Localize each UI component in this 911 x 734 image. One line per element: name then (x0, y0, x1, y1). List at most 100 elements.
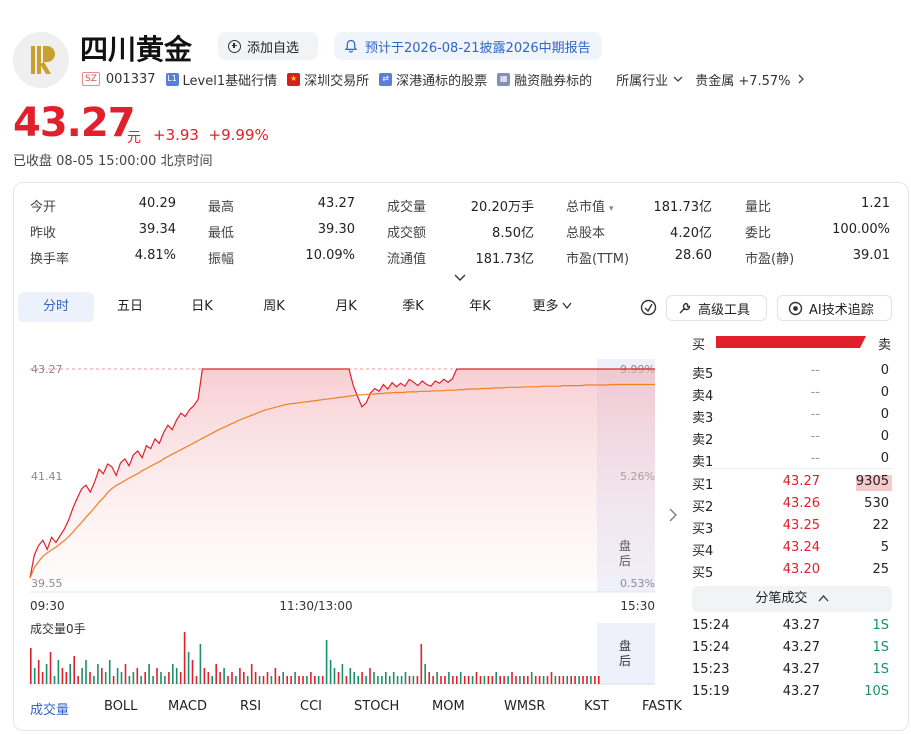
indicator-tab[interactable]: MACD (168, 699, 240, 718)
volume-bar (108, 660, 111, 684)
volume-bar (404, 672, 407, 684)
bid-volume: 5 (880, 540, 889, 555)
volume-bar (392, 672, 395, 684)
ask-volume: 0 (880, 451, 889, 466)
volume-bar (57, 660, 60, 684)
volume-bar (49, 652, 52, 684)
tick-volume: 1S (872, 618, 889, 633)
volume-bar (195, 676, 198, 684)
volume-bar (385, 672, 387, 684)
volume-bar (104, 672, 107, 684)
volume-bar (211, 676, 213, 684)
volume-bar (475, 672, 478, 684)
intraday-chart[interactable]: 盘后盘后43.279.99%41.415.26%39.550.53%09:301… (0, 0, 911, 734)
collapse-arrow-icon[interactable] (668, 508, 678, 522)
volume-bar (89, 672, 91, 684)
volume-bar (424, 664, 426, 684)
indicator-tab[interactable]: CCI (300, 699, 354, 718)
volume-bar (112, 676, 115, 684)
bid-price: 43.24 (782, 540, 820, 555)
volume-bar (456, 676, 458, 684)
volume-bar (199, 644, 202, 684)
indicator-tabs: 成交量 BOLL MACD RSI CCI STOCH MOM WMSR KST FASTK (30, 699, 702, 718)
bid-volume: 9305 (855, 474, 889, 489)
ask-price: -- (810, 363, 820, 378)
volume-bar (325, 640, 328, 684)
volume-bar (152, 676, 154, 684)
tick-time: 15:24 (692, 618, 730, 633)
bid-level-label: 买4 (692, 544, 714, 559)
volume-bar (306, 676, 308, 684)
volume-bar (416, 676, 419, 684)
volume-bar (235, 676, 237, 684)
volume-bar (546, 676, 549, 684)
volume-bar (436, 672, 438, 684)
bid-ask-ratio-bar (716, 336, 866, 348)
indicator-tab[interactable]: STOCH (354, 699, 432, 718)
volume-bar (187, 652, 190, 684)
tick-volume: 1S (872, 640, 889, 655)
volume-bar (373, 672, 375, 684)
volume-bar (128, 676, 131, 684)
volume-bar (140, 676, 142, 684)
volume-bar (365, 676, 367, 684)
volume-bar (270, 676, 273, 684)
volume-bar (73, 656, 75, 684)
volume-label: 成交量0手 (30, 621, 86, 636)
volume-bar (586, 676, 588, 684)
ask-level-label: 卖3 (692, 411, 714, 426)
volume-bar (463, 676, 466, 684)
volume-bar (400, 676, 403, 684)
volume-bar (203, 668, 206, 684)
volume-bar (156, 668, 158, 684)
volume-bar (381, 676, 383, 684)
volume-bar (120, 672, 123, 684)
bid-price: 43.25 (782, 518, 820, 533)
bid-volume: 22 (872, 518, 889, 533)
volume-bar (85, 660, 87, 684)
volume-bar (148, 664, 150, 684)
y-axis-label-left: 41.41 (31, 470, 63, 483)
ask-volume: 0 (880, 385, 889, 400)
x-tick-label: 15:30 (620, 599, 655, 613)
indicator-tab[interactable]: 成交量 (30, 699, 104, 718)
volume-bar (314, 676, 316, 684)
volume-bar (223, 668, 225, 684)
indicator-tab[interactable]: RSI (240, 699, 300, 718)
volume-bar (420, 644, 423, 684)
volume-bar (440, 676, 442, 684)
volume-bar (448, 672, 450, 684)
volume-bar (81, 668, 83, 684)
volume-bar (578, 676, 580, 684)
indicator-tab[interactable]: MOM (432, 699, 504, 718)
volume-bar (227, 676, 229, 684)
volume-bar (302, 676, 304, 684)
volume-bar (172, 664, 174, 684)
volume-bar (101, 668, 103, 684)
volume-bar (61, 668, 64, 684)
bid-price: 43.20 (782, 562, 820, 577)
volume-bar (164, 676, 166, 684)
volume-bar (310, 672, 312, 684)
indicator-tab[interactable]: KST (584, 699, 642, 718)
volume-bar (124, 664, 127, 684)
volume-bar (361, 672, 363, 684)
volume-bar (444, 676, 446, 684)
tick-trades-toggle[interactable]: 分笔成交 (692, 586, 892, 612)
indicator-tab[interactable]: WMSR (504, 699, 584, 718)
volume-bar (329, 660, 332, 684)
indicator-tab[interactable]: BOLL (104, 699, 168, 718)
volume-bar (598, 676, 600, 684)
volume-bar (388, 676, 391, 684)
indicator-tab[interactable]: FASTK (642, 699, 702, 718)
volume-bar (37, 660, 40, 684)
volume-bar (207, 672, 210, 684)
volume-bar (574, 676, 576, 684)
volume-bar (333, 668, 336, 684)
volume-bar (290, 676, 292, 684)
volume-bar (594, 676, 596, 684)
volume-bar (298, 676, 300, 684)
volume-bar (459, 672, 462, 684)
volume-bar (558, 676, 561, 684)
volume-bar (250, 664, 253, 684)
